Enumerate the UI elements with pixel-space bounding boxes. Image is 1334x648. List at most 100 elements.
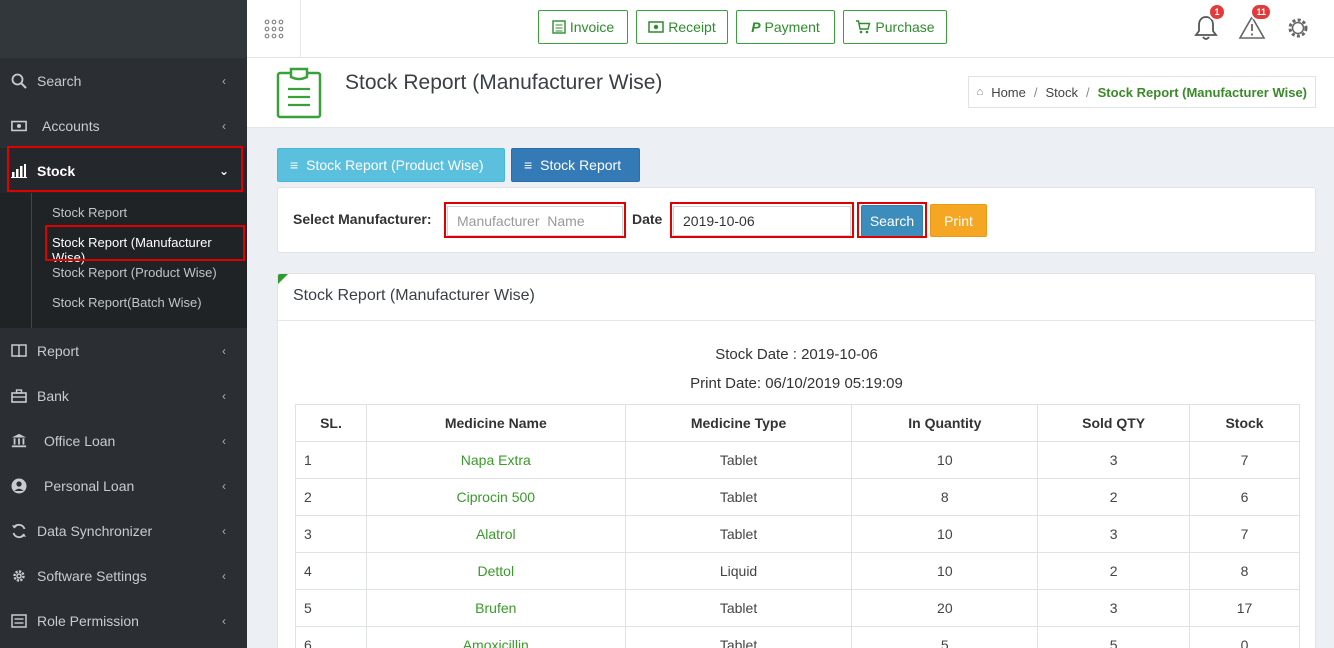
cell-medicine-type: Tablet xyxy=(624,589,853,627)
gear-icon xyxy=(1288,18,1308,38)
cell-medicine-name[interactable]: Ciprocin 500 xyxy=(365,478,626,516)
sidebar-item-software-settings[interactable]: Software Settings ‹ xyxy=(0,553,247,598)
sidebar-item-label: Office Loan xyxy=(44,432,116,449)
cell-stock: 7 xyxy=(1189,515,1300,553)
sidebar-item-label: Bank xyxy=(37,387,69,404)
cell-sl: 4 xyxy=(295,552,367,590)
invoice-button[interactable]: Invoice xyxy=(538,10,628,44)
sidebar-item-role-permission[interactable]: Role Permission ‹ xyxy=(0,598,247,643)
apps-grid-button[interactable] xyxy=(247,0,301,57)
chevron-left-icon: ‹ xyxy=(222,118,226,133)
cell-medicine-name[interactable]: Amoxicillin xyxy=(365,626,626,648)
cell-in-quantity: 10 xyxy=(851,441,1039,479)
chevron-left-icon: ‹ xyxy=(222,568,226,583)
highlight-box xyxy=(45,225,245,261)
sidebar: Search ‹ Accounts ‹ Stock ⌄ Stock Report… xyxy=(0,0,247,648)
highlight-box xyxy=(7,146,243,192)
payment-button-label: Payment xyxy=(764,19,820,35)
col-sl: SL. xyxy=(295,404,367,442)
cell-sl: 2 xyxy=(295,478,367,516)
cell-sold-qty: 2 xyxy=(1037,478,1191,516)
report-title: Stock Report (Manufacturer Wise) xyxy=(293,287,535,304)
cell-medicine-name[interactable]: Dettol xyxy=(365,552,626,590)
cell-sl: 5 xyxy=(295,589,367,627)
sidebar-item-bank[interactable]: Bank ‹ xyxy=(0,373,247,418)
page-header: Stock Report (Manufacturer Wise) ⌂ Home … xyxy=(247,58,1334,128)
chevron-left-icon: ‹ xyxy=(222,433,226,448)
purchase-button[interactable]: Purchase xyxy=(843,10,947,44)
gear-icon xyxy=(11,568,27,584)
breadcrumb: ⌂ Home / Stock / Stock Report (Manufactu… xyxy=(967,76,1316,108)
print-date: Print Date: 06/10/2019 05:19:09 xyxy=(278,375,1315,392)
list-icon xyxy=(11,613,27,629)
receipt-button[interactable]: Receipt xyxy=(636,10,728,44)
sidebar-item-office-loan[interactable]: Office Loan ‹ xyxy=(0,418,247,463)
search-icon xyxy=(11,73,27,89)
list-icon: ≡ xyxy=(524,157,533,173)
breadcrumb-current: Stock Report (Manufacturer Wise) xyxy=(1097,84,1307,100)
sidebar-item-label: Search xyxy=(37,72,82,89)
page-title: Stock Report (Manufacturer Wise) xyxy=(345,71,663,94)
stock-date: Stock Date : 2019-10-06 xyxy=(278,346,1315,363)
invoice-icon xyxy=(552,20,566,34)
print-date-value: 06/10/2019 05:19:09 xyxy=(765,375,903,392)
chevron-left-icon: ‹ xyxy=(222,523,226,538)
receipt-button-label: Receipt xyxy=(668,19,716,35)
cell-stock: 0 xyxy=(1189,626,1300,648)
sidebar-item-label: Role Permission xyxy=(37,612,139,629)
col-in-quantity: In Quantity xyxy=(851,404,1039,442)
notifications-count-badge: 1 xyxy=(1208,3,1226,21)
print-button[interactable]: Print xyxy=(930,204,987,237)
sidebar-item-label: Report xyxy=(37,342,80,359)
submenu-item-stock-report[interactable]: Stock Report xyxy=(52,205,127,220)
table-row: 4 Dettol Liquid 10 2 8 xyxy=(295,552,1300,590)
report-panel: Stock Report (Manufacturer Wise) Stock D… xyxy=(277,273,1316,648)
sidebar-item-personal-loan[interactable]: Personal Loan ‹ xyxy=(0,463,247,508)
cell-medicine-type: Tablet xyxy=(624,441,853,479)
table-row: 6 Amoxicillin Tablet 5 5 0 xyxy=(295,626,1300,648)
cell-medicine-name[interactable]: Alatrol xyxy=(365,515,626,553)
cell-stock: 17 xyxy=(1189,589,1300,627)
payment-button[interactable]: P Payment xyxy=(736,10,835,44)
cell-sl: 1 xyxy=(295,441,367,479)
stock-date-value: 2019-10-06 xyxy=(801,346,878,363)
submenu-item-stock-report-product[interactable]: Stock Report (Product Wise) xyxy=(52,265,217,280)
sidebar-item-label: Accounts xyxy=(42,117,100,134)
alerts-count-badge: 11 xyxy=(1250,3,1272,21)
cell-medicine-name[interactable]: Napa Extra xyxy=(365,441,626,479)
cell-medicine-name[interactable]: Brufen xyxy=(365,589,626,627)
user-circle-icon xyxy=(11,478,27,494)
sidebar-item-label: Data Synchronizer xyxy=(37,522,153,539)
cell-medicine-type: Tablet xyxy=(624,478,853,516)
cell-sl: 3 xyxy=(295,515,367,553)
tab-label: Stock Report xyxy=(540,157,622,173)
cell-medicine-type: Liquid xyxy=(624,552,853,590)
cell-stock: 7 xyxy=(1189,441,1300,479)
alerts-button[interactable]: 11 xyxy=(1236,3,1272,44)
purchase-button-label: Purchase xyxy=(875,19,935,35)
corner-marker xyxy=(278,274,288,284)
sidebar-item-report[interactable]: Report ‹ xyxy=(0,328,247,373)
stock-date-label: Stock Date : xyxy=(715,346,797,363)
table-row: 1 Napa Extra Tablet 10 3 7 xyxy=(295,441,1300,479)
cell-stock: 8 xyxy=(1189,552,1300,590)
sidebar-item-data-synchronizer[interactable]: Data Synchronizer ‹ xyxy=(0,508,247,553)
chevron-left-icon: ‹ xyxy=(222,478,226,493)
notifications-button[interactable]: 1 xyxy=(1190,3,1226,44)
table-header-row: SL. Medicine Name Medicine Type In Quant… xyxy=(295,404,1300,442)
chevron-left-icon: ‹ xyxy=(222,388,226,403)
cell-sold-qty: 3 xyxy=(1037,589,1191,627)
breadcrumb-stock[interactable]: Stock xyxy=(1046,85,1079,100)
settings-button[interactable] xyxy=(1282,12,1314,44)
submenu-item-stock-report-batch[interactable]: Stock Report(Batch Wise) xyxy=(52,295,202,310)
breadcrumb-home[interactable]: Home xyxy=(991,85,1026,100)
tab-stock-report[interactable]: ≡ Stock Report xyxy=(511,148,640,182)
home-icon: ⌂ xyxy=(976,86,984,98)
cell-in-quantity: 10 xyxy=(851,515,1039,553)
sidebar-item-accounts[interactable]: Accounts ‹ xyxy=(0,103,247,148)
highlight-box xyxy=(670,202,854,238)
tab-stock-report-product-wise[interactable]: ≡ Stock Report (Product Wise) xyxy=(277,148,505,182)
sidebar-logo-area xyxy=(0,0,247,58)
col-medicine-name: Medicine Name xyxy=(365,404,626,442)
sidebar-item-search[interactable]: Search ‹ xyxy=(0,58,247,103)
